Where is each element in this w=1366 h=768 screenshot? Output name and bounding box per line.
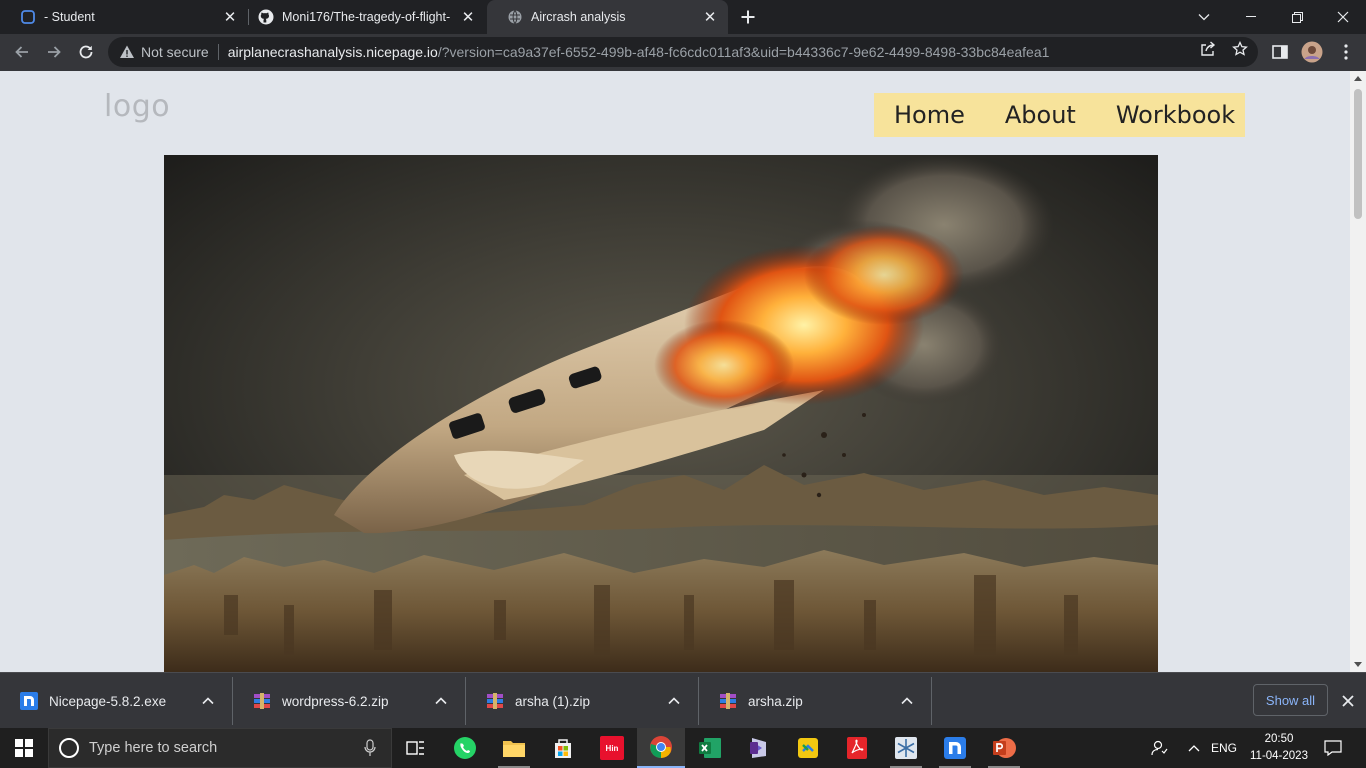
download-item[interactable]: wordpress-6.2.zip — [233, 677, 466, 725]
plane-crash-illustration — [164, 155, 1158, 672]
chevron-up-icon[interactable] — [433, 693, 449, 709]
people-icon[interactable] — [1146, 728, 1174, 768]
whatsapp-icon[interactable] — [441, 728, 489, 768]
scroll-down-arrow[interactable] — [1350, 657, 1366, 671]
acrobat-reader-icon[interactable] — [833, 728, 881, 768]
close-icon[interactable]: ✕ — [222, 9, 238, 26]
nav-home-link[interactable]: Home — [894, 101, 965, 129]
file-explorer-icon[interactable] — [490, 728, 538, 768]
bookmark-star-icon[interactable] — [1232, 40, 1248, 57]
close-icon[interactable]: ✕ — [702, 9, 718, 26]
page-scrollbar[interactable] — [1350, 71, 1366, 672]
tab-student[interactable]: - Student ✕ — [0, 0, 248, 34]
globe-icon — [507, 9, 523, 25]
scrollbar-thumb[interactable] — [1354, 89, 1362, 219]
microsoft-store-icon[interactable] — [539, 728, 587, 768]
hero-image-burning-plane — [164, 155, 1158, 672]
share-icon[interactable] — [1200, 41, 1216, 57]
language-indicator[interactable]: ENG — [1206, 728, 1242, 768]
site-logo[interactable]: logo — [104, 89, 170, 124]
zip-archive-icon — [719, 692, 737, 710]
snowflake-app-icon[interactable] — [882, 728, 930, 768]
side-panel-button[interactable] — [1268, 40, 1292, 64]
download-filename: arsha (1).zip — [515, 693, 591, 709]
taskbar-search-box[interactable]: Type here to search — [48, 728, 392, 768]
tab-title: Aircrash analysis — [531, 10, 626, 24]
download-item[interactable]: arsha (1).zip — [466, 677, 699, 725]
forward-button[interactable] — [40, 38, 68, 66]
restore-button[interactable] — [1274, 0, 1320, 34]
url-host: airplanecrashanalysis.nicepage.io — [227, 44, 438, 60]
tab-github[interactable]: Moni176/The-tragedy-of-flight- ✕ — [238, 0, 486, 34]
microphone-icon[interactable] — [363, 739, 377, 757]
chrome-icon[interactable] — [637, 728, 685, 768]
tab-aircrash-analysis[interactable]: Aircrash analysis ✕ — [487, 0, 728, 34]
nicepage-app-icon[interactable] — [931, 728, 979, 768]
close-shelf-button[interactable] — [1338, 691, 1358, 711]
system-clock[interactable]: 20:50 11-04-2023 — [1245, 731, 1313, 765]
url-path: /?version=ca9a37ef-6552-499b-af48-fc6cdc… — [437, 44, 1050, 60]
download-filename: Nicepage-5.8.2.exe — [49, 693, 167, 709]
task-view-icon[interactable] — [392, 728, 440, 768]
show-all-button[interactable]: Show all — [1253, 684, 1328, 716]
close-icon[interactable]: ✕ — [460, 9, 476, 26]
scroll-up-arrow[interactable] — [1350, 71, 1366, 85]
tab-search-button[interactable] — [1181, 0, 1227, 34]
chevron-up-icon[interactable] — [899, 693, 915, 709]
hindi-app-icon[interactable]: Hin — [588, 728, 636, 768]
nav-about-link[interactable]: About — [1005, 101, 1076, 129]
classroom-icon — [20, 9, 36, 25]
windows-logo-icon — [15, 739, 33, 757]
zip-archive-icon — [486, 692, 504, 710]
cortana-icon — [59, 738, 79, 758]
powerpoint-icon[interactable] — [980, 728, 1028, 768]
chevron-up-icon[interactable] — [200, 693, 216, 709]
github-icon — [258, 9, 274, 25]
download-filename: wordpress-6.2.zip — [282, 693, 389, 709]
address-bar[interactable]: Not secure airplanecrashanalysis.nicepag… — [108, 37, 1258, 67]
show-hidden-icons-chevron-icon[interactable] — [1182, 728, 1206, 768]
tab-strip: - Student ✕ Moni176/The-tragedy-of-fligh… — [0, 0, 1366, 34]
tab-title: - Student — [44, 10, 95, 24]
profile-avatar[interactable] — [1300, 40, 1324, 64]
zip-archive-icon — [253, 692, 271, 710]
back-button[interactable] — [8, 38, 36, 66]
download-item[interactable]: arsha.zip — [699, 677, 932, 725]
notifications-icon[interactable] — [1318, 728, 1348, 768]
windows-taskbar: Type here to search Hin ENG 20:50 11-04-… — [0, 728, 1366, 768]
excel-icon[interactable] — [686, 728, 734, 768]
download-shelf: Nicepage-5.8.2.exe wordpress-6.2.zip ars… — [0, 672, 1366, 728]
download-filename: arsha.zip — [748, 693, 803, 709]
visual-studio-icon[interactable] — [735, 728, 783, 768]
search-placeholder: Type here to search — [89, 740, 218, 756]
reload-button[interactable] — [72, 38, 100, 66]
chevron-up-icon[interactable] — [666, 693, 682, 709]
browser-toolbar: Not secure airplanecrashanalysis.nicepag… — [0, 34, 1366, 71]
minimize-button[interactable] — [1228, 0, 1274, 34]
start-button[interactable] — [0, 728, 48, 768]
new-tab-button[interactable] — [736, 5, 760, 29]
address-divider — [217, 44, 219, 60]
sync-tool-icon[interactable] — [784, 728, 832, 768]
close-window-button[interactable] — [1320, 0, 1366, 34]
hindi-app-label: Hin — [605, 743, 619, 753]
nav-workbook-link[interactable]: Workbook — [1116, 101, 1235, 129]
tab-title: Moni176/The-tragedy-of-flight- — [282, 10, 451, 24]
site-nav: Home About Workbook — [874, 93, 1245, 137]
download-item[interactable]: Nicepage-5.8.2.exe — [0, 677, 233, 725]
security-label[interactable]: Not secure — [141, 44, 209, 60]
clock-time: 20:50 — [1264, 733, 1294, 745]
menu-kebab-icon[interactable] — [1334, 40, 1358, 64]
clock-date: 11-04-2023 — [1250, 750, 1308, 762]
warning-icon[interactable] — [119, 44, 135, 60]
nicepage-icon — [20, 692, 38, 710]
page-viewport: logo Home About Workbook — [0, 71, 1366, 672]
